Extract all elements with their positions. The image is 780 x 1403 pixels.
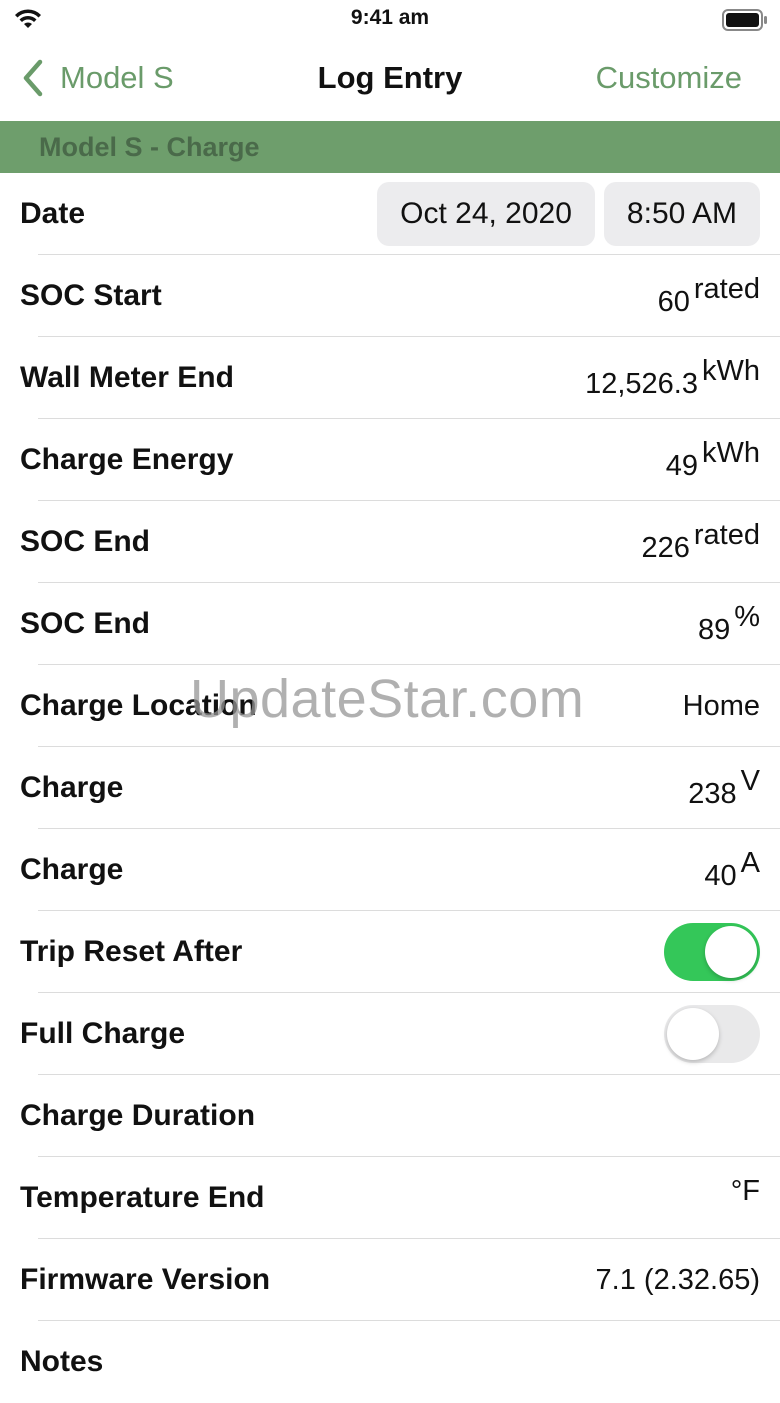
full-charge-row: Full Charge [0,993,780,1075]
time-picker[interactable]: 8:50 AM [603,182,760,246]
date-picker[interactable]: Oct 24, 2020 [377,182,595,246]
firmware-version-value: 7.1 (2.32.65) [595,1263,760,1296]
soc-start-row[interactable]: SOC Start 60 rated [0,255,780,337]
trip-reset-after-toggle[interactable] [664,923,760,981]
charge-current-row[interactable]: Charge 40 A [0,829,780,911]
full-charge-label: Full Charge [20,1017,186,1050]
charge-voltage-row[interactable]: Charge 238 V [0,747,780,829]
firmware-version-label: Firmware Version [20,1263,271,1296]
temperature-end-unit: °F [730,1174,760,1207]
charge-location-label: Charge Location [20,689,257,722]
charge-voltage-field[interactable]: 238 V [688,747,760,829]
soc-start-unit: rated [693,272,760,305]
charge-location-row[interactable]: Charge Location Home [0,665,780,747]
charge-current-field[interactable]: 40 A [704,829,760,911]
full-charge-control [664,993,760,1075]
charge-voltage-value: 238 [688,777,737,810]
charge-location-field[interactable]: Home [683,665,760,747]
wall-meter-end-row[interactable]: Wall Meter End 12,526.3 kWh [0,337,780,419]
soc-end-percent-value: 89 [697,613,731,646]
charge-voltage-unit: V [740,764,760,797]
temperature-end-row[interactable]: Temperature End °F [0,1157,780,1239]
soc-end-percent-label: SOC End [20,607,151,640]
temperature-end-label: Temperature End [20,1181,265,1214]
charge-duration-label: Charge Duration [20,1099,256,1132]
charge-current-unit: A [740,846,760,879]
soc-end-rated-unit: rated [693,518,760,551]
soc-end-rated-row[interactable]: SOC End 226 rated [0,501,780,583]
soc-end-rated-field[interactable]: 226 rated [642,501,761,583]
temperature-end-field[interactable]: °F [727,1157,760,1239]
charge-energy-value: 49 [665,449,698,482]
charge-energy-row[interactable]: Charge Energy 49 kWh [0,419,780,501]
soc-start-label: SOC Start [20,279,162,312]
soc-start-field[interactable]: 60 rated [658,255,760,337]
charge-energy-field[interactable]: 49 kWh [666,419,760,501]
charge-current-value: 40 [704,859,737,892]
soc-end-rated-value: 226 [641,531,690,564]
soc-end-rated-label: SOC End [20,525,151,558]
firmware-version-row[interactable]: Firmware Version 7.1 (2.32.65) [0,1239,780,1321]
charge-current-label: Charge [20,853,124,886]
firmware-version-field[interactable]: 7.1 (2.32.65) [596,1239,760,1321]
wall-meter-end-value: 12,526.3 [585,367,698,400]
trip-reset-after-control [664,911,760,993]
wall-meter-end-unit: kWh [702,354,760,387]
notes-row[interactable]: Notes [0,1321,780,1403]
wall-meter-end-label: Wall Meter End [20,361,234,394]
notes-label: Notes [20,1345,104,1378]
date-row: Date Oct 24, 2020 8:50 AM [0,173,780,255]
soc-end-percent-field[interactable]: 89 % [698,583,760,665]
soc-end-percent-row[interactable]: SOC End 89 % [0,583,780,665]
navigation-bar: Model S Log Entry Customize [0,0,780,120]
date-time-pickers: Oct 24, 2020 8:50 AM [377,173,760,255]
soc-start-value: 60 [657,285,690,318]
charge-location-value: Home [682,689,760,722]
trip-reset-after-label: Trip Reset After [20,935,243,968]
wall-meter-end-field[interactable]: 12,526.3 kWh [585,337,760,419]
charge-voltage-label: Charge [20,771,124,804]
trip-reset-after-row: Trip Reset After [0,911,780,993]
full-charge-toggle[interactable] [664,1005,760,1063]
customize-button[interactable]: Customize [596,60,742,96]
soc-end-percent-unit: % [734,600,760,633]
charge-duration-row[interactable]: Charge Duration [0,1075,780,1157]
charge-energy-label: Charge Energy [20,443,234,476]
toggle-knob [667,1008,719,1060]
log-entry-form: Date Oct 24, 2020 8:50 AM SOC Start 60 r… [0,173,780,1403]
section-header: Model S - Charge [0,121,780,173]
date-label: Date [20,197,86,230]
charge-energy-unit: kWh [702,436,760,469]
toggle-knob [705,926,757,978]
